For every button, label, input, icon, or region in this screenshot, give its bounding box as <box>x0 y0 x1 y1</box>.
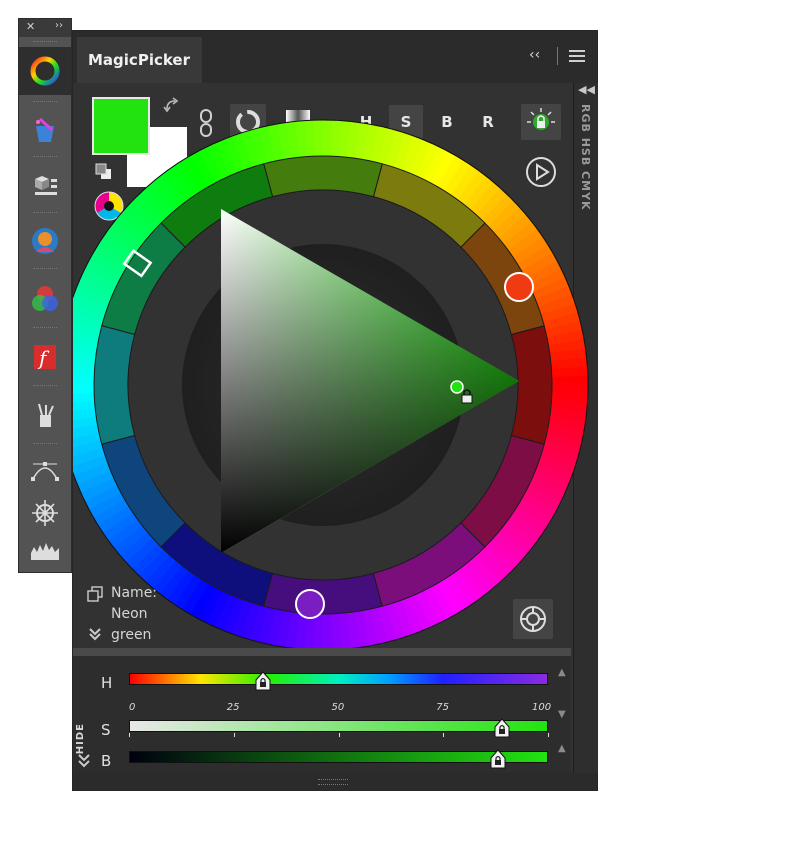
scale-tick-label: 50 <box>331 702 345 713</box>
histogram-icon[interactable] <box>19 526 71 574</box>
toolbar-grip <box>33 327 57 330</box>
settings-dial-icon[interactable] <box>513 599 553 639</box>
saturation-slider-track[interactable] <box>129 720 548 732</box>
toolbar-grip <box>33 443 57 446</box>
brushes-icon[interactable] <box>19 391 71 439</box>
toolbar-grip <box>33 156 57 159</box>
color-name-label: Name: <box>111 585 158 601</box>
color-name-block: Name: Neon green <box>111 583 157 646</box>
saturation-slider-thumb[interactable] <box>494 718 510 742</box>
hue-marker-purple[interactable] <box>295 589 325 619</box>
h-slider-label: H <box>101 674 113 692</box>
hue-slider-track[interactable] <box>129 673 548 685</box>
scale-tick-mark <box>443 733 445 737</box>
color-mix-icon[interactable] <box>19 275 71 323</box>
tools-toolbar: ✕ ›› f <box>18 18 72 573</box>
toolbar-grip <box>33 41 57 44</box>
color-name-line1: Neon <box>111 606 148 622</box>
s-slider-label: S <box>101 721 111 739</box>
toolbar-grip <box>33 101 57 104</box>
copy-name-icon[interactable] <box>87 586 103 602</box>
scale-tick-mark <box>548 733 549 737</box>
toolbar-header: ✕ ›› <box>19 19 71 37</box>
color-wheel[interactable] <box>73 31 597 651</box>
font-f-icon[interactable]: f <box>19 333 71 381</box>
scroll-up-icon[interactable]: ▲ <box>558 743 566 754</box>
scale-tick-mark <box>129 733 130 737</box>
toolbar-grip <box>33 385 57 388</box>
section-divider[interactable] <box>73 648 571 656</box>
brightness-slider-track[interactable] <box>129 751 548 763</box>
magicpicker-panel: MagicPicker ‹‹ ◀◀ RGB HSB CMYK H S B R N… <box>72 30 598 791</box>
toolbar-close-button[interactable]: ✕ <box>26 20 35 33</box>
color-name-line2: green <box>111 627 152 643</box>
scale-tick-mark <box>338 733 340 737</box>
panel-bottom-bar <box>73 773 597 790</box>
hue-marker-orange[interactable] <box>504 272 534 302</box>
scroll-up-icon[interactable]: ▲ <box>558 667 566 678</box>
portrait-icon[interactable] <box>19 217 71 265</box>
hide-sliders-toggle[interactable]: HIDE <box>75 723 86 754</box>
scale-tick-label: 0 <box>129 702 136 713</box>
scale-tick-label: 75 <box>436 702 449 713</box>
toolbar-grip <box>33 268 57 271</box>
magicpicker-wheel-icon[interactable] <box>19 47 71 95</box>
toolbar-grip <box>33 212 57 215</box>
color-picker-marker[interactable] <box>450 380 464 394</box>
cube-options-icon[interactable] <box>19 161 71 209</box>
scale-tick-label: 100 <box>532 702 552 713</box>
magic-hat-icon[interactable] <box>19 107 71 155</box>
hide-arrow-icon[interactable] <box>77 753 91 769</box>
b-slider-label: B <box>101 752 112 770</box>
brightness-slider-thumb[interactable] <box>490 749 506 773</box>
toolbar-expand-button[interactable]: ›› <box>55 20 63 31</box>
scale-tick-label: 25 <box>226 702 240 713</box>
scroll-down-icon[interactable]: ▼ <box>558 709 566 720</box>
resize-grip[interactable] <box>318 779 348 785</box>
expand-down-icon[interactable] <box>87 626 103 642</box>
scale-tick-mark <box>233 733 235 737</box>
hue-slider-thumb[interactable] <box>255 671 271 695</box>
